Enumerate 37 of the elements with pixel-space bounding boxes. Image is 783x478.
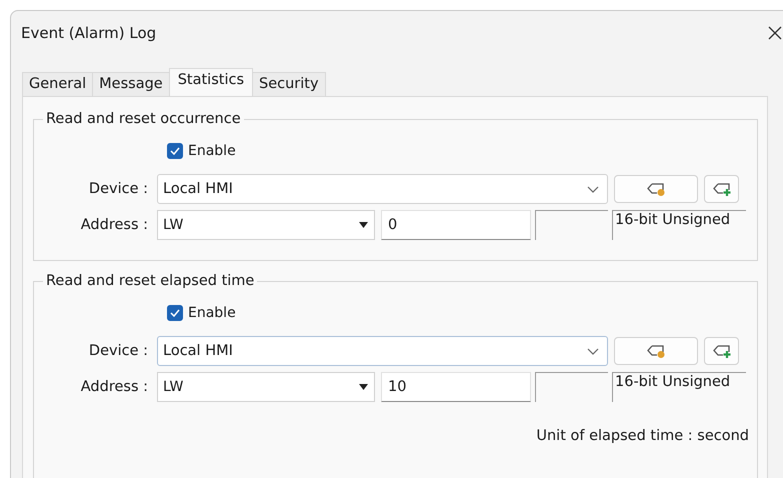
group-title: Read and reset occurrence [45,111,242,127]
tab[interactable]: Security [252,72,326,96]
device-dropdown[interactable]: Local HMI [157,336,608,366]
checkmark-icon [170,309,180,317]
data-type-text: 16-bit Unsigned [612,210,746,240]
add-tag-button[interactable] [704,175,739,203]
tab[interactable]: General [22,72,94,96]
address-input[interactable]: 0 [381,210,531,240]
unit-note: Unit of elapsed time : second [536,428,749,444]
group-title: Read and reset elapsed time [45,273,256,289]
device-dropdown[interactable]: Local HMI [157,174,608,204]
tag-gear-icon [646,181,666,197]
add-tag-button[interactable] [704,337,739,365]
enable-checkbox[interactable] [167,305,183,321]
field-label: Address : [80,217,149,233]
enable-checkbox[interactable] [167,143,183,159]
field-label: Device : [88,343,149,359]
data-type-text: 16-bit Unsigned [612,372,746,402]
address-type-dropdown[interactable]: LW [157,372,375,402]
tag-plus-icon [712,181,732,197]
address-type-dropdown[interactable]: LW [157,210,375,240]
close-icon[interactable] [767,25,783,41]
window-title: Event (Alarm) Log [21,24,156,42]
caret-down-icon [359,222,368,228]
checkbox-label: Enable [188,143,236,159]
tab[interactable]: Statistics [168,68,254,96]
checkmark-icon [170,147,180,155]
checkbox-label: Enable [188,305,236,321]
field-label: Device : [88,181,149,197]
address-input[interactable]: 10 [381,372,531,402]
tag-plus-icon [712,343,732,359]
chevron-down-icon [587,348,599,354]
caret-down-icon [359,384,368,390]
tag-gear-icon [646,343,666,359]
field-label: Address : [80,379,149,395]
chevron-down-icon [587,186,599,192]
tab[interactable]: Message [92,72,170,96]
